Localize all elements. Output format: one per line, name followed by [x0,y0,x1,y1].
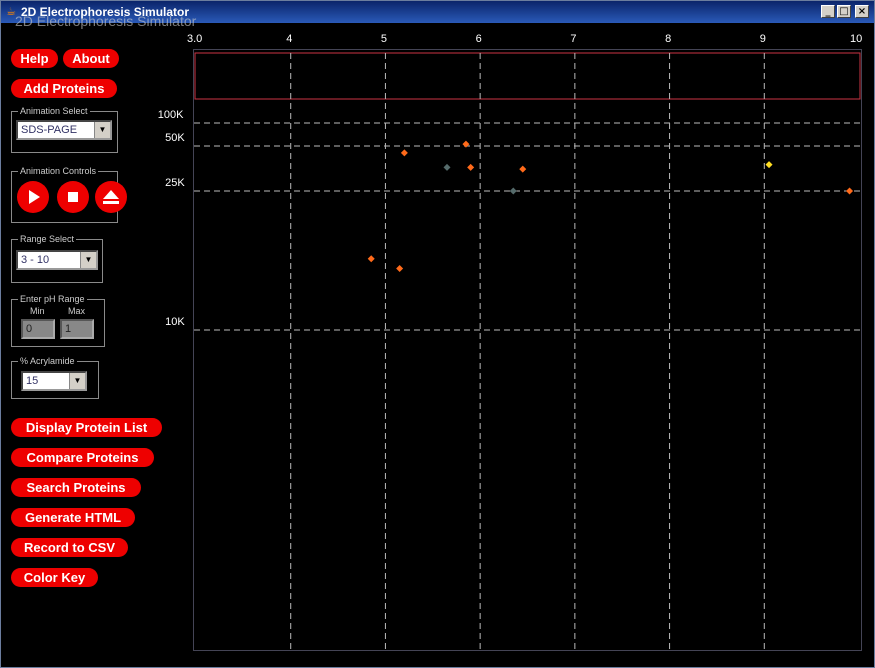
animation-controls-legend: Animation Controls [18,165,99,177]
close-button[interactable]: × [855,5,869,18]
chevron-down-icon[interactable]: ▼ [94,122,110,138]
protein-spot[interactable] [443,163,451,171]
range-select-group: Range Select 3 - 10 ▼ [11,233,103,283]
acrylamide-legend: % Acrylamide [18,355,77,367]
chevron-down-icon[interactable]: ▼ [80,252,96,268]
play-icon [29,190,40,204]
about-button[interactable]: About [63,49,119,68]
gel-canvas [194,52,861,650]
x-tick-label: 3.0 [187,33,203,45]
animation-select-combo[interactable]: SDS-PAGE ▼ [16,120,112,140]
play-button[interactable] [17,181,49,213]
x-tick-label: 9 [759,33,766,45]
protein-spot[interactable] [765,161,773,169]
generate-html-button[interactable]: Generate HTML [11,508,135,527]
x-tick-label: 5 [380,33,388,45]
range-select-value: 3 - 10 [21,254,50,266]
acrylamide-value: 15 [26,375,39,387]
first-dimension-strip [194,52,861,100]
y-tick-label: 10K [165,316,185,328]
search-proteins-button[interactable]: Search Proteins [11,478,141,497]
animation-select-legend: Animation Select [18,105,90,117]
protein-spot[interactable] [846,187,854,195]
stop-icon [68,192,78,202]
y-tick-label: 25K [165,177,185,189]
animation-select-group: Animation Select SDS-PAGE ▼ [11,105,118,153]
eject-icon [103,190,119,204]
ph-max-label: Max [68,306,86,316]
acrylamide-combo[interactable]: 15 ▼ [21,371,87,391]
app-window: ☕ 2D Electrophoresis Simulator _ □ × 2D … [0,0,875,668]
protein-spot[interactable] [367,255,375,263]
background-title-text: 2D Electrophoresis Simulator [15,13,197,29]
range-select-legend: Range Select [18,233,77,245]
compare-proteins-button[interactable]: Compare Proteins [11,448,154,467]
ph-min-label: Min [30,306,45,316]
protein-spot[interactable] [400,149,408,157]
y-tick-label: 100K [157,109,184,121]
ph-range-legend: Enter pH Range [18,293,87,305]
minimize-button[interactable]: _ [821,5,835,18]
chevron-down-icon[interactable]: ▼ [69,373,85,389]
protein-spot[interactable] [467,163,475,171]
ph-range-group: Enter pH Range Min Max 0 1 [11,293,105,347]
x-tick-label: 7 [570,33,577,45]
protein-spot[interactable] [519,165,527,173]
eject-button[interactable] [95,181,127,213]
acrylamide-group: % Acrylamide 15 ▼ [11,355,99,399]
protein-spots [367,140,854,272]
x-tick-label: 8 [665,33,672,45]
range-select-combo[interactable]: 3 - 10 ▼ [16,250,98,270]
protein-spot[interactable] [462,140,470,148]
gel-plot-area[interactable] [193,49,862,651]
grid-lines [194,53,861,650]
protein-spot[interactable] [396,264,404,272]
help-button[interactable]: Help [11,49,58,68]
ph-min-input[interactable]: 0 [21,319,55,339]
animation-controls-group: Animation Controls [11,165,127,223]
x-tick-label: 6 [475,33,482,45]
animation-select-value: SDS-PAGE [21,124,78,136]
x-tick-label: 10 [850,33,863,45]
display-protein-list-button[interactable]: Display Protein List [11,418,162,437]
add-proteins-button[interactable]: Add Proteins [11,79,117,98]
y-tick-label: 50K [165,132,185,144]
x-tick-label: 4 [286,33,293,45]
record-to-csv-button[interactable]: Record to CSV [11,538,128,557]
color-key-button[interactable]: Color Key [11,568,98,587]
ph-max-input[interactable]: 1 [60,319,94,339]
maximize-button[interactable]: □ [837,5,851,18]
stop-button[interactable] [57,181,89,213]
protein-spot[interactable] [509,187,517,195]
